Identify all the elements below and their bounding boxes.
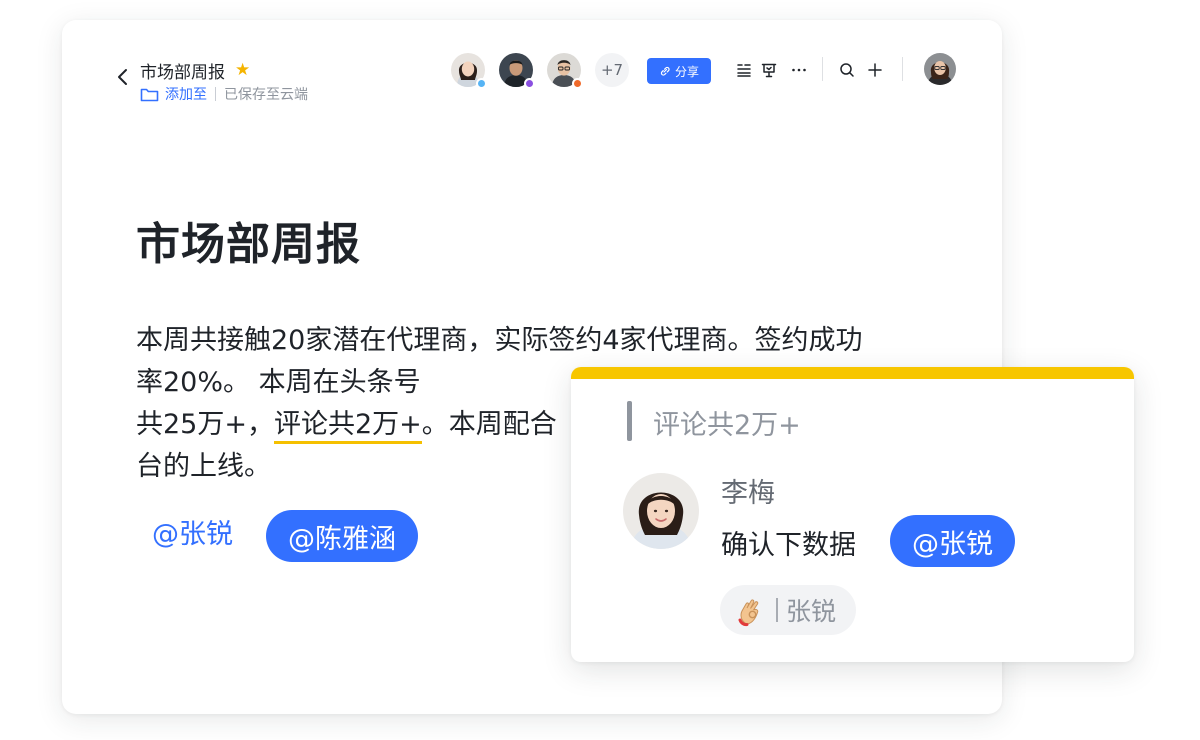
outline-button[interactable] — [734, 60, 754, 80]
share-label: 分享 — [674, 64, 699, 79]
plus-icon — [868, 63, 882, 77]
reaction-user: 张锐 — [786, 597, 837, 626]
toolbar-divider — [902, 57, 903, 81]
reaction-divider — [776, 598, 778, 622]
collaborator-avatar[interactable] — [547, 53, 583, 89]
save-status: 已保存至云端 — [224, 87, 308, 103]
commenter-avatar[interactable] — [623, 473, 699, 549]
add-button[interactable] — [865, 60, 885, 80]
paragraph-text: 共25万+， — [136, 409, 274, 440]
reaction-chip[interactable]: 张锐 — [720, 585, 857, 635]
folder-icon — [140, 88, 159, 101]
collaborator-avatar[interactable] — [499, 53, 535, 89]
presence-dot — [572, 78, 583, 89]
link-icon — [660, 66, 670, 76]
page-title: 市场部周报 — [136, 219, 361, 270]
paragraph-text: 台的上线。 — [136, 451, 271, 482]
chevron-left-icon — [118, 69, 127, 85]
comment-quote: 评论共2万+ — [653, 410, 801, 441]
comment-accent-bar — [571, 367, 1134, 379]
more-icon — [792, 68, 806, 72]
more-button[interactable] — [789, 60, 809, 80]
avatar-image — [924, 53, 956, 85]
collaborator-avatar[interactable] — [451, 53, 487, 89]
highlighted-text[interactable]: 评论共2万+ — [273, 409, 422, 444]
collaborator-avatars: +7 — [451, 53, 629, 89]
paragraph-text: 。本周配合 — [421, 409, 557, 440]
more-collaborators-button[interactable]: +7 — [595, 53, 629, 87]
presence-dot — [476, 78, 487, 89]
presentation-button[interactable] — [759, 60, 779, 80]
comment-card: 评论共2万+ 李梅 确认下数据 @张锐 张锐 — [571, 367, 1134, 662]
search-button[interactable] — [837, 60, 857, 80]
divider — [215, 87, 216, 101]
comment-text: 确认下数据 — [721, 530, 856, 561]
presentation-icon — [761, 63, 777, 78]
star-icon[interactable]: ★ — [235, 62, 250, 79]
mention-pill[interactable]: @陈雅涵 — [266, 510, 418, 562]
outline-icon — [737, 64, 751, 77]
toolbar-divider — [822, 57, 823, 81]
add-to-button[interactable]: 添加至 — [165, 84, 207, 104]
share-button[interactable]: 分享 — [647, 58, 711, 84]
avatar-image — [623, 473, 699, 549]
doc-name[interactable]: 市场部周报 — [140, 58, 225, 83]
commenter-name: 李梅 — [721, 478, 775, 509]
mention-link[interactable]: @张锐 — [152, 512, 233, 551]
ok-hand-icon — [738, 599, 759, 627]
presence-dot — [524, 78, 535, 89]
doc-location-row: 添加至 已保存至云端 — [140, 84, 308, 104]
search-icon — [840, 63, 854, 77]
comment-mention-pill[interactable]: @张锐 — [890, 515, 1015, 567]
user-avatar[interactable] — [924, 53, 956, 85]
doc-title-row: 市场部周报 ★ — [140, 58, 250, 84]
quote-bar — [627, 401, 632, 441]
back-button[interactable] — [112, 66, 134, 88]
